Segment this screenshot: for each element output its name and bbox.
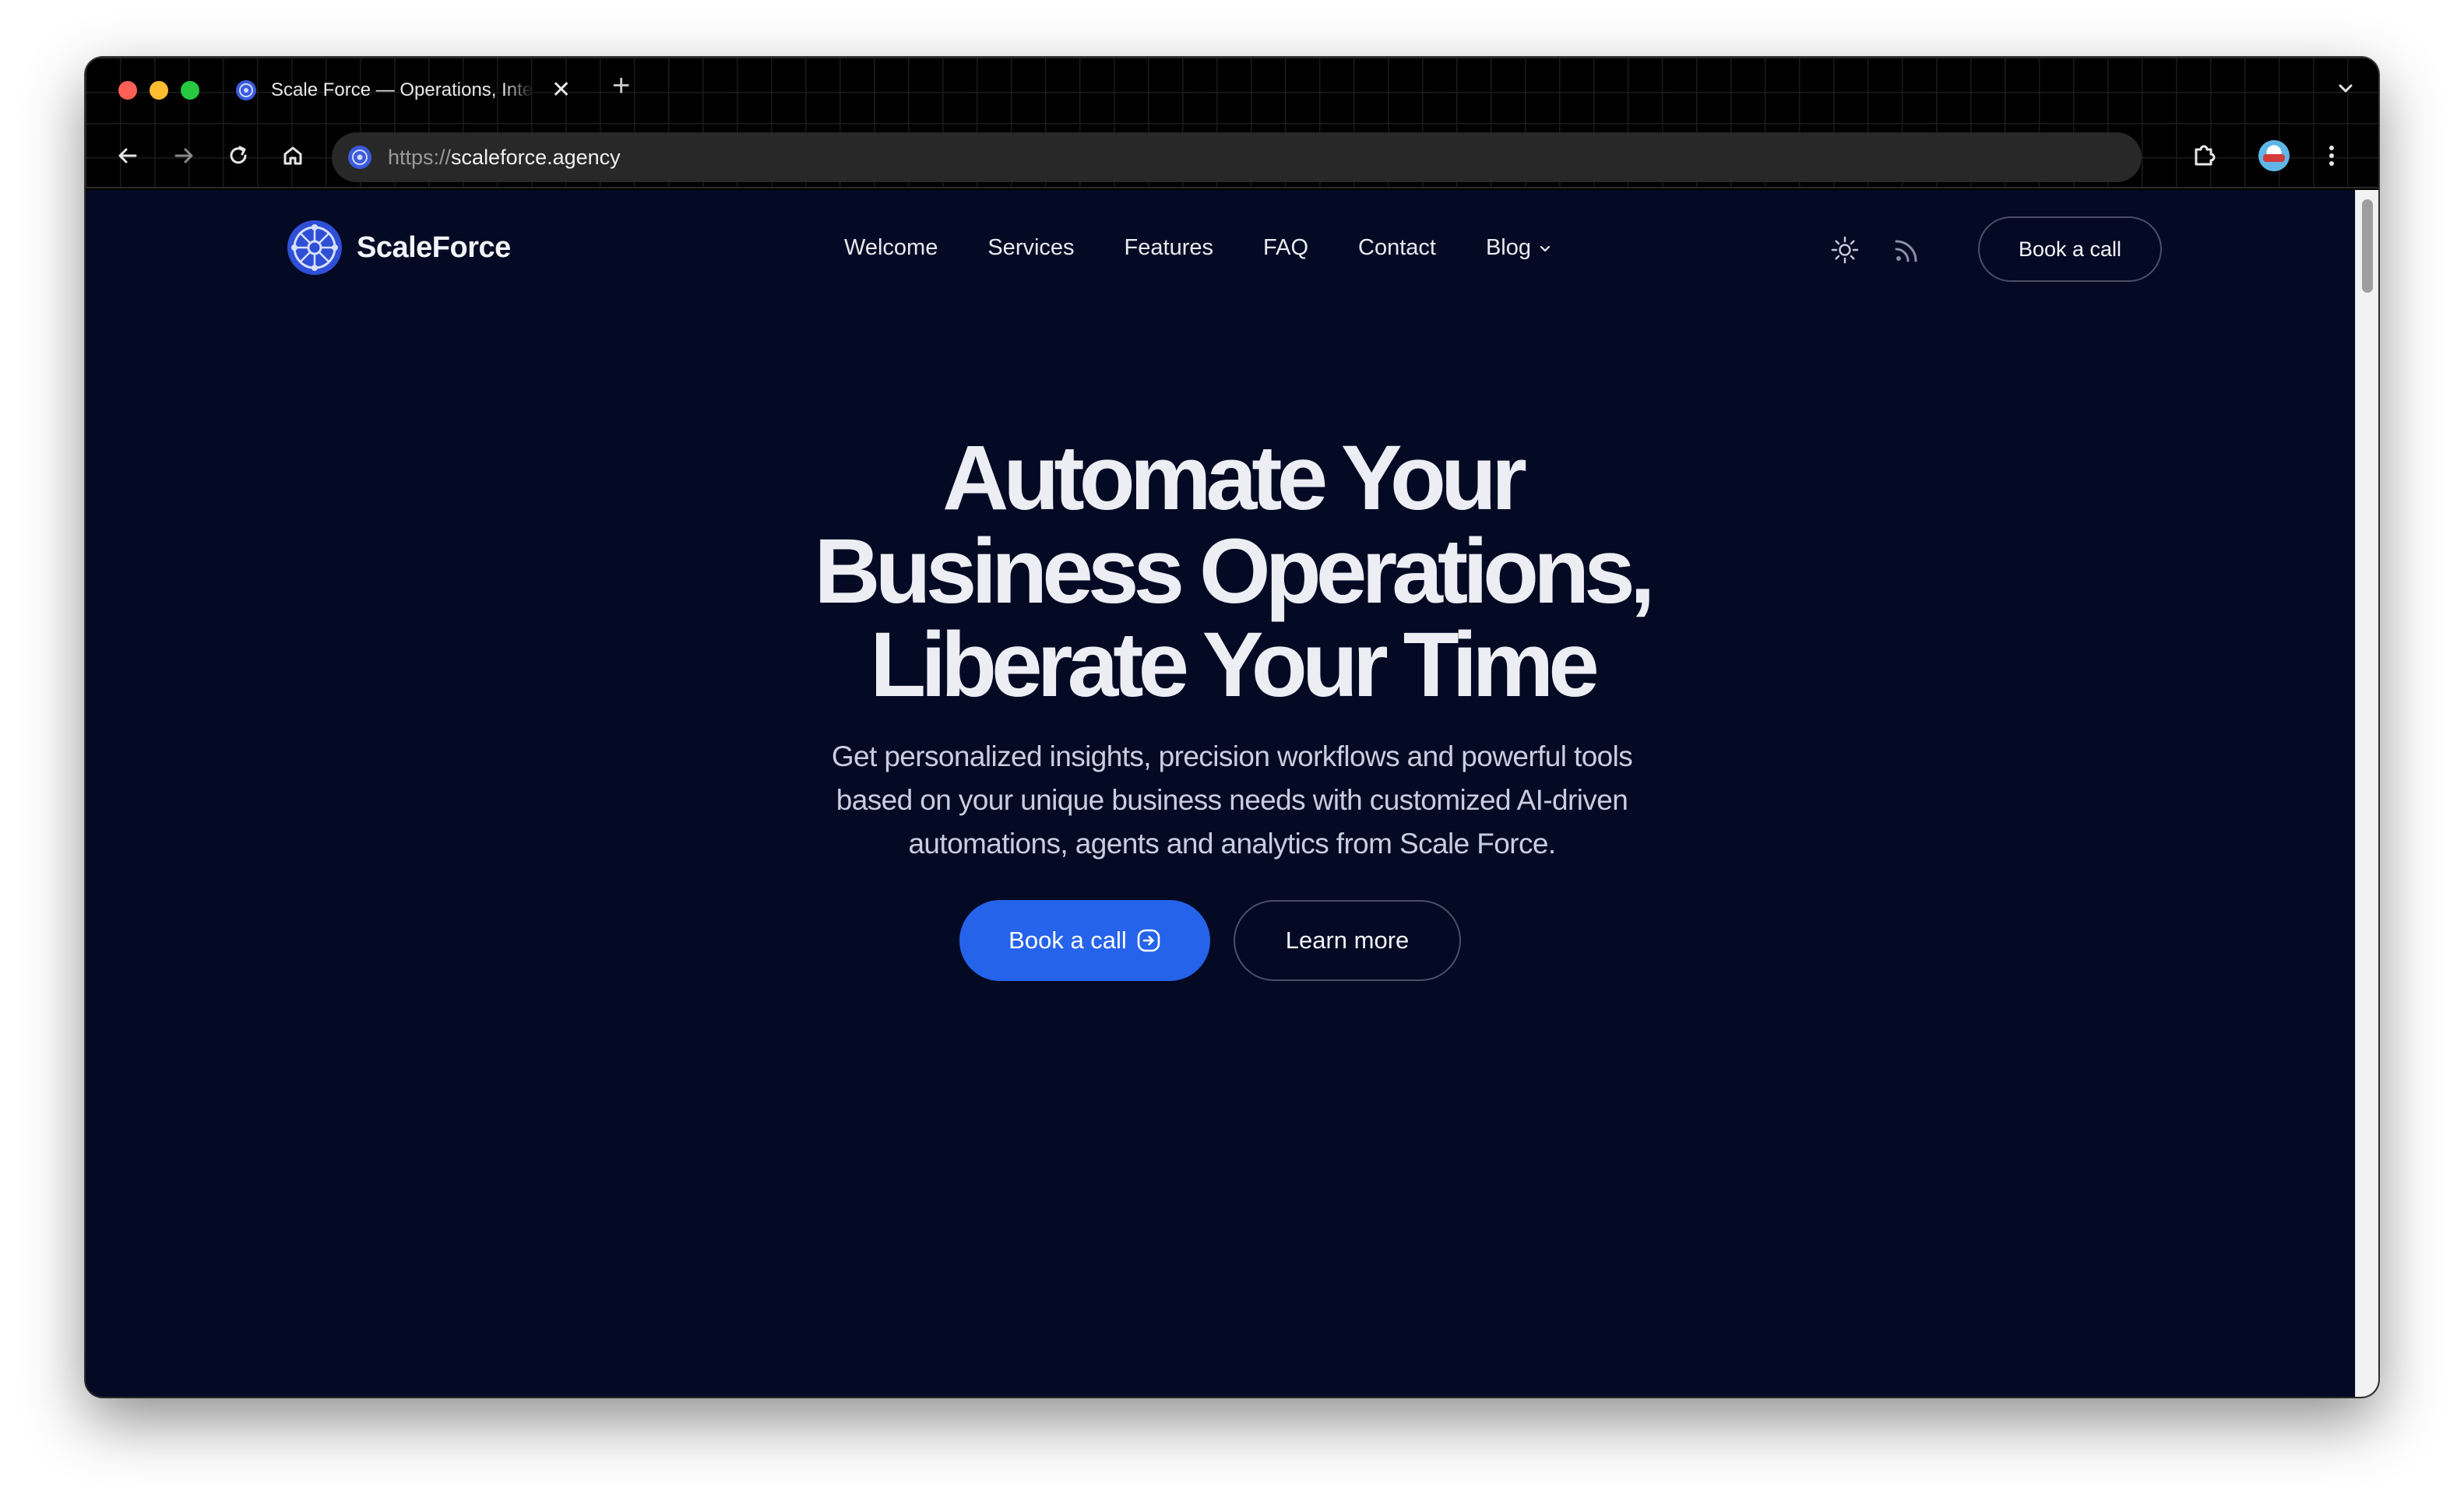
scaleforce-logo-icon <box>287 220 342 275</box>
tab-title: Scale Force — Operations, Intelligence <box>271 79 534 100</box>
scrollbar-thumb[interactable] <box>2362 199 2373 293</box>
arrow-right-circle-icon <box>1137 929 1160 952</box>
back-button[interactable] <box>112 140 143 171</box>
hero-book-call-button[interactable]: Book a call <box>959 900 1210 981</box>
home-icon <box>283 146 302 165</box>
forward-arrow-icon <box>174 148 193 164</box>
hero-learn-more-button[interactable]: Learn more <box>1234 900 1461 981</box>
browser-toolbar: https://scaleforce.agency <box>86 123 2378 188</box>
url-text: https://scaleforce.agency <box>388 146 621 170</box>
hero-title-line: Liberate Your Time <box>870 614 1600 716</box>
forward-button[interactable] <box>168 140 199 171</box>
nav-item-services[interactable]: Services <box>987 235 1074 261</box>
browser-menu-button[interactable] <box>2316 140 2347 171</box>
site-logo[interactable]: ScaleForce <box>287 220 511 276</box>
hero-subtitle-line: automations, agents and analytics from S… <box>908 828 1556 860</box>
scaleforce-favicon-icon <box>236 80 256 100</box>
nav-item-contact[interactable]: Contact <box>1358 235 1436 261</box>
profile-avatar[interactable] <box>2258 140 2290 171</box>
page-viewport: ScaleForce Welcome Services Features FAQ… <box>86 190 2378 1397</box>
window-close-button[interactable] <box>118 81 137 100</box>
reload-icon <box>230 146 247 164</box>
brand-name: ScaleForce <box>357 230 511 264</box>
address-bar[interactable]: https://scaleforce.agency <box>332 132 2142 182</box>
browser-window: Scale Force — Operations, Intelligence ✕… <box>86 58 2378 1397</box>
url-scheme: https:// <box>388 145 452 169</box>
extensions-icon <box>2195 145 2216 166</box>
back-arrow-icon <box>118 148 137 164</box>
page-scrollbar[interactable] <box>2355 190 2378 1397</box>
site-info-icon[interactable] <box>347 145 372 170</box>
hero-title-line: Business Operations, <box>814 520 1655 623</box>
sun-icon[interactable] <box>1830 235 1860 265</box>
hero-subtitle: Get personalized insights, precision wor… <box>765 735 1699 866</box>
tab-strip: Scale Force — Operations, Intelligence ✕… <box>86 58 2378 123</box>
more-vert-icon <box>2329 146 2334 166</box>
home-button[interactable] <box>277 140 308 171</box>
nav-item-faq[interactable]: FAQ <box>1263 235 1308 261</box>
reload-button[interactable] <box>223 140 254 171</box>
tab-close-icon[interactable]: ✕ <box>551 79 571 102</box>
url-host: scaleforce.agency <box>451 145 621 169</box>
rss-icon[interactable] <box>1892 235 1922 265</box>
nav-item-features[interactable]: Features <box>1125 235 1213 261</box>
window-minimize-button[interactable] <box>150 81 168 100</box>
extensions-button[interactable] <box>2188 140 2219 171</box>
chevron-down-icon <box>1540 245 1551 251</box>
hero-subtitle-line: Get personalized insights, precision wor… <box>831 740 1633 772</box>
hero-title-line: Automate Your <box>942 427 1527 529</box>
window-zoom-button[interactable] <box>181 81 199 100</box>
main-nav: Welcome Services Features FAQ Contact Bl… <box>844 235 1553 261</box>
nav-book-call-button[interactable]: Book a call <box>1978 216 2162 282</box>
hero-title: Automate Your Business Operations, Liber… <box>86 431 2378 712</box>
nav-item-welcome[interactable]: Welcome <box>844 235 938 261</box>
nav-item-blog[interactable]: Blog <box>1486 235 1553 261</box>
tab-search-chevron-icon[interactable] <box>2335 78 2357 100</box>
new-tab-icon[interactable]: + <box>612 70 630 101</box>
nav-item-blog-label: Blog <box>1485 235 1532 260</box>
hero-book-call-label: Book a call <box>1008 927 1127 954</box>
hero-subtitle-line: based on your unique business needs with… <box>836 784 1628 816</box>
